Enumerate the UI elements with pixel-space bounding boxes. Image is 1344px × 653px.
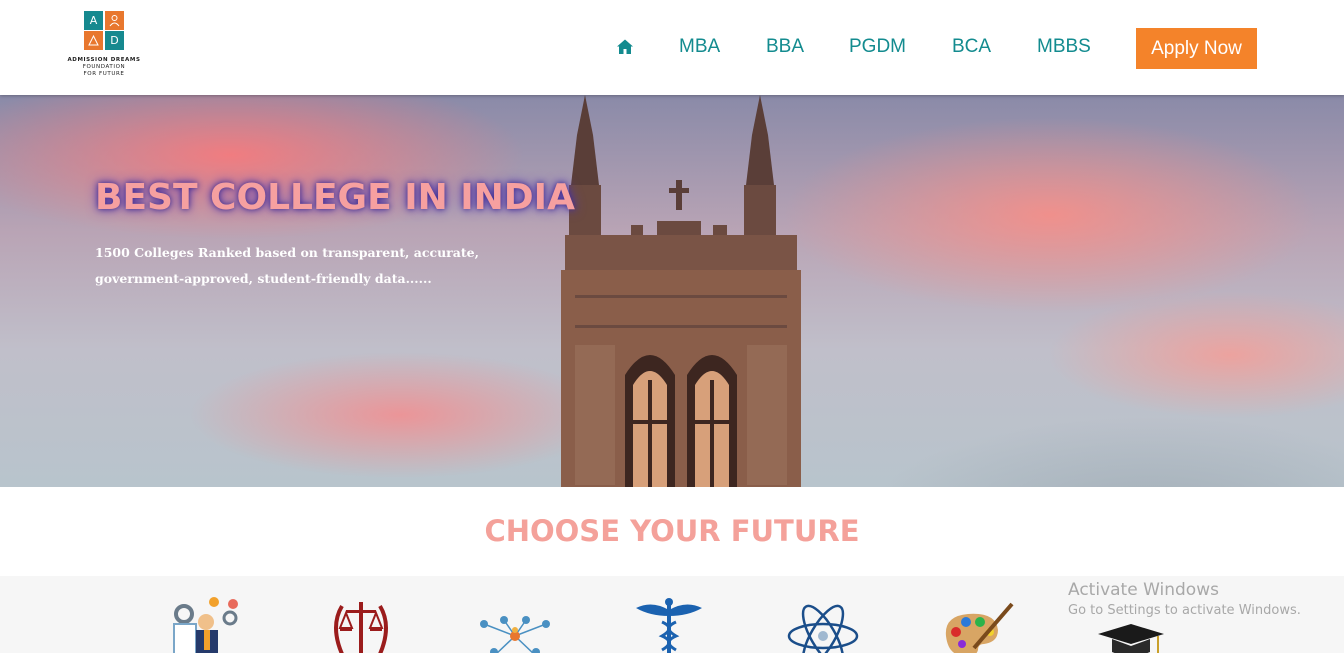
apply-now-button[interactable]: Apply Now	[1136, 28, 1257, 69]
nav-link-mba[interactable]: MBA	[679, 36, 720, 58]
hero-subtitle: 1500 Colleges Ranked based on transparen…	[95, 245, 479, 286]
main-nav: MBA BBA PGDM BCA MBBS Apply Now	[0, 28, 1344, 69]
nav-link-bba[interactable]: BBA	[766, 36, 804, 58]
hero-title: BEST COLLEGE IN INDIA	[95, 177, 575, 218]
hero-banner: BEST COLLEGE IN INDIA 1500 Colleges Rank…	[0, 95, 1344, 487]
college-tower-image	[561, 95, 801, 487]
nav-link-pgdm[interactable]: PGDM	[849, 36, 906, 58]
science-atom-icon[interactable]	[786, 596, 860, 653]
section-title: CHOOSE YOUR FUTURE	[484, 514, 860, 548]
site-header: A D ADMISSION DREAMS FOUNDATION FOR FUTU…	[0, 0, 1344, 95]
watermark-title: Activate Windows	[1068, 580, 1219, 600]
management-icon[interactable]	[170, 596, 244, 653]
art-palette-icon[interactable]	[940, 596, 1014, 653]
network-people-icon[interactable]	[478, 596, 552, 653]
medical-caduceus-icon[interactable]	[632, 596, 706, 653]
watermark-subtitle: Go to Settings to activate Windows.	[1068, 603, 1301, 618]
nav-link-bca[interactable]: BCA	[952, 36, 991, 58]
nav-link-mbbs[interactable]: MBBS	[1037, 36, 1091, 58]
law-scales-icon[interactable]	[324, 596, 398, 653]
home-icon[interactable]	[616, 38, 634, 56]
logo-line-3: FOR FUTURE	[83, 71, 125, 77]
activate-windows-watermark: Activate Windows Go to Settings to activ…	[1068, 580, 1301, 618]
